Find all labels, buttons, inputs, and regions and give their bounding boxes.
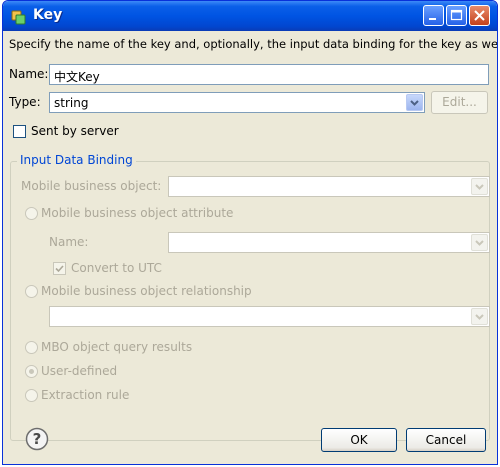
attribute-name-dropdown-button[interactable] <box>471 234 488 251</box>
sent-by-server-label: Sent by server <box>31 124 119 138</box>
mbo-dropdown-button[interactable] <box>471 178 488 195</box>
close-button[interactable] <box>469 5 490 26</box>
mbo-query-results-radio[interactable] <box>25 341 38 354</box>
close-icon <box>474 10 485 21</box>
dialog-content: Specify the name of the key and, optiona… <box>3 31 497 464</box>
mbo-relationship-select[interactable] <box>49 306 490 327</box>
mbo-attribute-label: Mobile business object attribute <box>41 206 234 220</box>
attribute-name-label: Name: <box>49 235 89 249</box>
mbo-attribute-radio[interactable] <box>25 207 38 220</box>
mbo-query-results-label: MBO object query results <box>41 340 193 354</box>
input-data-binding-title: Input Data Binding <box>17 153 136 167</box>
chevron-down-icon <box>475 314 484 320</box>
help-icon[interactable]: ? <box>25 427 49 451</box>
convert-utc-label: Convert to UTC <box>71 261 162 275</box>
mbo-relationship-label: Mobile business object relationship <box>41 284 252 298</box>
user-defined-radio[interactable] <box>25 365 38 378</box>
type-value: string <box>54 96 89 110</box>
user-defined-label: User-defined <box>41 364 118 378</box>
attribute-name-select[interactable] <box>168 232 490 253</box>
type-select[interactable]: string <box>49 92 425 113</box>
convert-utc-checkbox[interactable] <box>53 262 66 275</box>
dialog-description: Specify the name of the key and, optiona… <box>9 37 498 51</box>
title-bar[interactable]: Key <box>3 1 497 31</box>
checkmark-icon <box>55 265 64 273</box>
sent-by-server-checkbox[interactable] <box>13 125 26 138</box>
extraction-rule-label: Extraction rule <box>41 388 130 402</box>
mbo-select[interactable] <box>168 176 490 197</box>
mbo-relationship-radio[interactable] <box>25 285 38 298</box>
name-input[interactable]: 中文Key <box>49 64 489 85</box>
maximize-icon <box>450 9 463 21</box>
minimize-icon <box>429 18 436 20</box>
svg-text:?: ? <box>33 430 42 448</box>
minimize-button[interactable] <box>423 5 444 26</box>
maximize-button[interactable] <box>446 5 467 26</box>
key-app-icon <box>11 10 26 25</box>
chevron-down-icon <box>475 184 484 190</box>
key-dialog: Key Specify the name of the key and, opt… <box>2 0 498 465</box>
mbo-relationship-dropdown-button[interactable] <box>471 308 488 325</box>
name-value: 中文Key <box>54 70 100 84</box>
edit-button[interactable]: Edit... <box>431 91 488 114</box>
mbo-label: Mobile business object: <box>21 179 162 193</box>
chevron-down-icon <box>410 100 419 106</box>
cancel-button[interactable]: Cancel <box>406 428 486 452</box>
name-label: Name: <box>9 67 49 81</box>
chevron-down-icon <box>475 240 484 246</box>
window-title: Key <box>33 7 63 23</box>
type-dropdown-button[interactable] <box>406 94 423 111</box>
extraction-rule-radio[interactable] <box>25 389 38 402</box>
type-label: Type: <box>9 95 41 109</box>
ok-button[interactable]: OK <box>321 428 397 452</box>
